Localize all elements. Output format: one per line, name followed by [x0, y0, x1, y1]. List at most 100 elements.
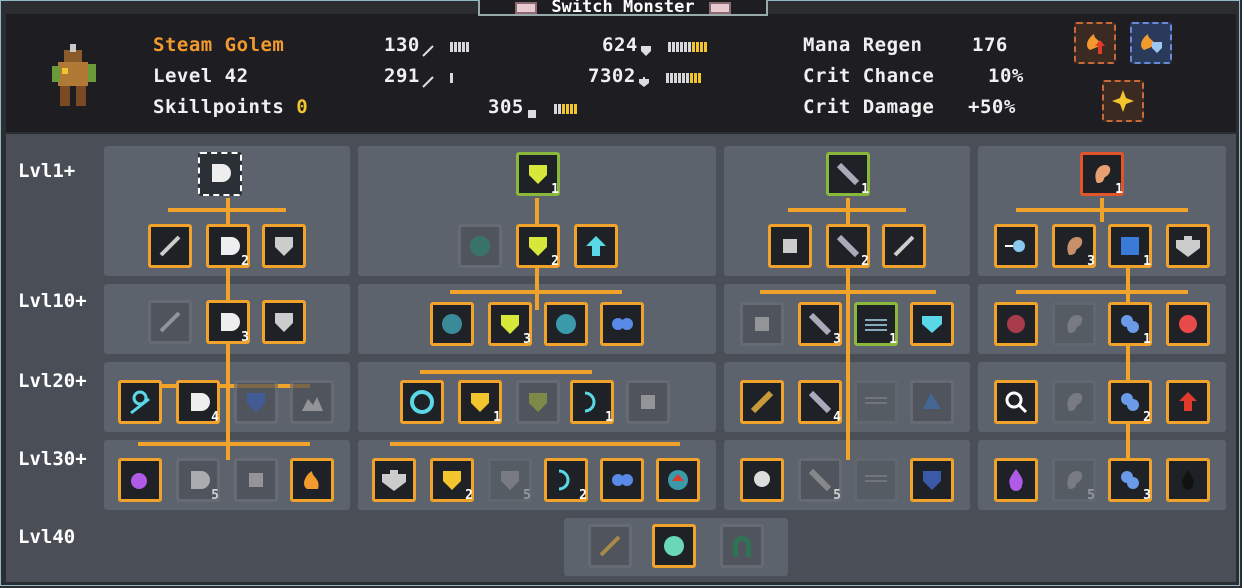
skill-node[interactable]: [854, 380, 898, 424]
skill-node[interactable]: 3: [1108, 458, 1152, 503]
skill-node[interactable]: [588, 524, 632, 568]
skill-node[interactable]: [854, 458, 898, 502]
skill-rank: 2: [465, 488, 473, 503]
sparkle-button[interactable]: [1102, 80, 1144, 122]
skill-node[interactable]: [768, 224, 812, 268]
health-bars: [665, 66, 702, 88]
skill-node[interactable]: 4: [798, 380, 842, 425]
fire-up-button[interactable]: [1074, 22, 1116, 64]
skill-node[interactable]: [234, 458, 278, 502]
skill-node[interactable]: 1: [1080, 152, 1124, 197]
skill-node[interactable]: 1: [854, 302, 898, 347]
skill-rank: 1: [493, 410, 501, 425]
key-a-icon: [515, 2, 538, 14]
tree-connector: [138, 442, 310, 446]
skill-node[interactable]: 4: [176, 380, 220, 425]
skill-node[interactable]: [652, 524, 696, 568]
skill-rank: 1: [1115, 182, 1123, 197]
skill-node[interactable]: [994, 458, 1038, 502]
skill-node[interactable]: 1: [570, 380, 614, 425]
skill-node[interactable]: 1: [826, 152, 870, 197]
skill-node[interactable]: 2: [826, 224, 870, 269]
skill-node[interactable]: [910, 380, 954, 424]
skill-node[interactable]: [1166, 458, 1210, 502]
skill-node[interactable]: [430, 302, 474, 346]
skill-node[interactable]: 1: [516, 152, 560, 197]
magic-attack-value: 291: [384, 65, 420, 87]
skill-node[interactable]: [882, 224, 926, 268]
skill-node[interactable]: [910, 302, 954, 346]
skill-node[interactable]: [720, 524, 764, 568]
tree-connector: [450, 290, 622, 294]
skill-node[interactable]: 5: [488, 458, 532, 503]
skill-node[interactable]: [626, 380, 670, 424]
skill-node[interactable]: 5: [176, 458, 220, 503]
staff-icon: [422, 71, 434, 88]
skill-node[interactable]: [1166, 224, 1210, 268]
switch-monster-label: Switch Monster: [551, 0, 695, 16]
skill-node[interactable]: [148, 224, 192, 268]
skill-node[interactable]: 5: [798, 458, 842, 503]
skill-node[interactable]: 5: [1052, 458, 1096, 503]
skill-rank: 1: [861, 182, 869, 197]
skill-node[interactable]: [262, 224, 306, 268]
skill-node[interactable]: [262, 300, 306, 344]
skill-node[interactable]: [290, 380, 334, 424]
skill-node[interactable]: [1052, 380, 1096, 424]
level-label-30: Lvl30+: [18, 448, 87, 470]
skill-node[interactable]: [290, 458, 334, 502]
skill-node[interactable]: [994, 224, 1038, 268]
sword-icon: [422, 40, 434, 57]
skill-node[interactable]: 1: [1108, 302, 1152, 347]
skill-node[interactable]: [1166, 380, 1210, 424]
level-label-20: Lvl20+: [18, 370, 87, 392]
level-label-40: Lvl40: [18, 526, 76, 548]
skill-node[interactable]: [118, 458, 162, 502]
skill-rank: 1: [605, 410, 613, 425]
skill-node[interactable]: 2: [1108, 380, 1152, 425]
skill-node[interactable]: [516, 380, 560, 424]
skill-node[interactable]: 3: [1052, 224, 1096, 269]
skill-node[interactable]: 2: [544, 458, 588, 503]
skill-node[interactable]: 1: [1108, 224, 1152, 269]
fire-shield-button[interactable]: [1130, 22, 1172, 64]
skill-node[interactable]: [600, 458, 644, 502]
skill-node[interactable]: [600, 302, 644, 346]
skill-node[interactable]: [198, 152, 242, 196]
skill-node[interactable]: [544, 302, 588, 346]
skill-node[interactable]: 3: [206, 300, 250, 345]
skill-node[interactable]: 3: [798, 302, 842, 347]
stat-defense: 624: [602, 34, 708, 57]
switch-monster-tab[interactable]: Switch Monster: [478, 0, 768, 16]
skill-node[interactable]: 3: [488, 302, 532, 347]
skill-node[interactable]: [994, 302, 1038, 346]
skill-rank: 5: [211, 488, 219, 503]
skill-node[interactable]: [740, 380, 784, 424]
skill-node[interactable]: [574, 224, 618, 268]
skill-node[interactable]: [994, 380, 1038, 424]
helmet-icon: [526, 102, 538, 118]
skill-node[interactable]: [148, 300, 192, 344]
skill-node[interactable]: [118, 380, 162, 424]
skill-node[interactable]: [1166, 302, 1210, 346]
skill-node[interactable]: [740, 458, 784, 502]
skill-node[interactable]: [458, 224, 502, 268]
skill-node[interactable]: 2: [516, 224, 560, 269]
magic-defense-bars: [553, 97, 578, 119]
skill-node[interactable]: [1052, 302, 1096, 346]
skill-node[interactable]: 2: [430, 458, 474, 503]
skill-node[interactable]: [740, 302, 784, 346]
skill-node[interactable]: [656, 458, 700, 502]
skill-rank: 3: [241, 330, 249, 345]
skill-node[interactable]: [234, 380, 278, 424]
skill-node[interactable]: [372, 458, 416, 502]
skill-rank: 5: [523, 488, 531, 503]
skill-node[interactable]: 1: [458, 380, 502, 425]
attack-bars: [449, 35, 470, 57]
skill-node[interactable]: [910, 458, 954, 502]
skill-node[interactable]: 2: [206, 224, 250, 269]
skill-rank: 3: [833, 332, 841, 347]
tree-connector: [1126, 266, 1130, 462]
skill-node[interactable]: [400, 380, 444, 424]
health-value: 7302: [588, 65, 636, 87]
